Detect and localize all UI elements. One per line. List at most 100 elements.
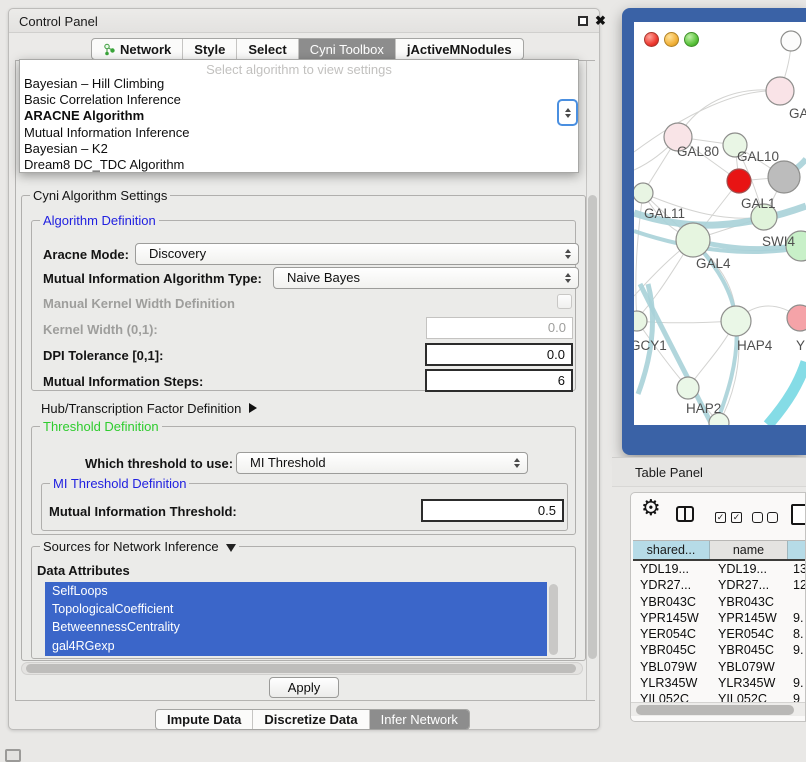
tab-network[interactable]: Network (92, 39, 182, 59)
unchecked-checkbox-icon[interactable] (752, 512, 763, 523)
node-label: SWI4 (762, 234, 795, 249)
dropdown-item-selected[interactable]: ARACNE Algorithm (20, 108, 578, 124)
tab-select[interactable]: Select (236, 39, 297, 59)
data-attributes-label: Data Attributes (37, 563, 130, 578)
tab-jactivemnodules[interactable]: jActiveMNodules (395, 39, 523, 59)
threshold-definition-title: Threshold Definition (40, 419, 162, 434)
mi-threshold-field[interactable]: 0.5 (421, 499, 564, 522)
mi-steps-label: Mutual Information Steps: (43, 374, 203, 389)
checked-checkbox-icon[interactable]: ✓ (715, 512, 726, 523)
sources-title[interactable]: Sources for Network Inference (40, 539, 239, 554)
table-row[interactable]: YER054C YER054C 8. (633, 626, 806, 642)
zoom-traffic-light[interactable] (684, 32, 699, 47)
horizontal-scrollbar-thumb[interactable] (26, 664, 576, 673)
table-row[interactable]: YBR045C YBR045C 9. (633, 642, 806, 658)
node-label: GCY1 (634, 338, 667, 353)
hub-definition-expander[interactable]: Hub/Transcription Factor Definition (41, 401, 257, 416)
network-node[interactable] (634, 183, 653, 203)
network-node[interactable] (677, 377, 699, 399)
expand-right-icon (249, 403, 257, 413)
node-label: GAL4 (696, 256, 731, 271)
aracne-mode-label: Aracne Mode: (43, 247, 129, 262)
table-scrollbar-thumb[interactable] (636, 705, 794, 715)
tab-cyni-toolbox[interactable]: Cyni Toolbox (298, 39, 395, 59)
settings-horizontal-scrollbar[interactable] (21, 662, 583, 675)
network-node[interactable] (787, 305, 806, 331)
which-threshold-combo[interactable]: MI Threshold (236, 452, 528, 474)
network-node-labels: GAL80 GAL10 GAL11 GAL1 SWI4 GAL4 GCY1 HA… (634, 106, 806, 416)
mi-steps-field[interactable]: 6 (425, 369, 573, 392)
list-item[interactable]: gal4RGexp (45, 637, 547, 655)
checked-checkbox-icon[interactable]: ✓ (731, 512, 742, 523)
algorithm-dropdown-popup: Select algorithm to view settings Bayesi… (19, 59, 579, 173)
network-node[interactable] (634, 311, 647, 331)
data-attributes-list[interactable]: SelfLoops TopologicalCoefficient Between… (45, 582, 547, 656)
node-label: Y (796, 338, 805, 353)
table-row[interactable]: YDR27... YDR27... 12 (633, 577, 806, 593)
dropdown-item[interactable]: Mutual Information Inference (20, 125, 578, 141)
which-threshold-label: Which threshold to use: (85, 456, 233, 471)
apply-button[interactable]: Apply (269, 677, 339, 698)
minimize-traffic-light[interactable] (664, 32, 679, 47)
tab-impute-data[interactable]: Impute Data (156, 710, 252, 729)
dropdown-placeholder: Select algorithm to view settings (20, 60, 578, 76)
focused-combo-fragment (557, 99, 578, 126)
list-item[interactable]: SelfLoops (45, 582, 547, 600)
network-icon (103, 43, 116, 56)
mi-algorithm-type-value: Naive Bayes (287, 270, 360, 285)
unchecked-checkbox-icon[interactable] (767, 512, 778, 523)
column-header[interactable]: shared... (633, 541, 710, 559)
dpi-tolerance-field[interactable]: 0.0 (425, 343, 573, 366)
stepper-icon (514, 458, 520, 468)
network-view-window: GAL80 GAL10 GAL11 GAL1 SWI4 GAL4 GCY1 HA… (622, 8, 806, 455)
mi-algorithm-type-label: Mutual Information Algorithm Type: (43, 271, 262, 286)
tab-infer-network[interactable]: Infer Network (369, 710, 469, 729)
columns-icon[interactable] (676, 506, 694, 522)
table-row[interactable]: YLR345W YLR345W 9. (633, 675, 806, 691)
table-row[interactable]: YIL052C YIL052C 9 (633, 691, 806, 702)
node-label: HAP2 (686, 401, 721, 416)
column-header[interactable]: name (710, 541, 788, 559)
list-item[interactable]: TopologicalCoefficient (45, 600, 547, 618)
table-row[interactable]: YBL079W YBL079W (633, 659, 806, 675)
table-row[interactable]: YPR145W YPR145W 9. (633, 610, 806, 626)
network-canvas[interactable]: GAL80 GAL10 GAL11 GAL1 SWI4 GAL4 GCY1 HA… (634, 22, 806, 425)
dropdown-item[interactable]: Bayesian – Hill Climbing (20, 76, 578, 92)
table-body: YDL19... YDL19... 13 YDR27... YDR27... 1… (633, 561, 806, 702)
aracne-mode-combo[interactable]: Discovery (135, 243, 579, 265)
float-window-icon[interactable] (578, 16, 588, 26)
close-icon[interactable]: ✖ (595, 13, 606, 29)
dropdown-item[interactable]: Basic Correlation Inference (20, 92, 578, 108)
network-graph[interactable]: GAL80 GAL10 GAL11 GAL1 SWI4 GAL4 GCY1 HA… (634, 22, 806, 425)
table-horizontal-scrollbar[interactable] (631, 702, 806, 716)
network-node[interactable] (781, 31, 801, 51)
list-item[interactable]: BetweennessCentrality (45, 618, 547, 636)
docked-panel-grip[interactable] (5, 749, 21, 762)
network-node[interactable] (676, 223, 710, 257)
dropdown-item[interactable]: Dream8 DC_TDC Algorithm (20, 157, 578, 173)
tab-discretize-data[interactable]: Discretize Data (252, 710, 368, 729)
mi-threshold-group-title: MI Threshold Definition (50, 476, 189, 491)
list-scrollbar-thumb[interactable] (549, 584, 558, 655)
which-threshold-value: MI Threshold (250, 455, 326, 470)
kernel-width-field[interactable]: 0.0 (426, 317, 573, 339)
network-node-selected[interactable] (727, 169, 751, 193)
close-traffic-light[interactable] (644, 32, 659, 47)
table-row[interactable]: YDL19... YDL19... 13 (633, 561, 806, 577)
node-label: HAP4 (737, 338, 773, 353)
network-node[interactable] (721, 306, 751, 336)
vertical-scrollbar-thumb[interactable] (588, 195, 597, 659)
column-header[interactable]: A (788, 541, 806, 559)
settings-vertical-scrollbar[interactable] (586, 61, 598, 700)
network-node[interactable] (766, 77, 794, 105)
tab-style[interactable]: Style (182, 39, 236, 59)
control-panel-titlebar: Control Panel ✖ (9, 9, 599, 33)
table-row[interactable]: YBR043C YBR043C (633, 594, 806, 610)
mi-algorithm-type-combo[interactable]: Naive Bayes (273, 267, 579, 289)
network-node[interactable] (768, 161, 800, 193)
stepper-icon (565, 249, 571, 259)
manual-kernel-checkbox[interactable] (557, 294, 572, 309)
document-icon[interactable] (791, 504, 806, 525)
gear-icon[interactable]: ⚙ (641, 495, 661, 521)
dropdown-item[interactable]: Bayesian – K2 (20, 141, 578, 157)
